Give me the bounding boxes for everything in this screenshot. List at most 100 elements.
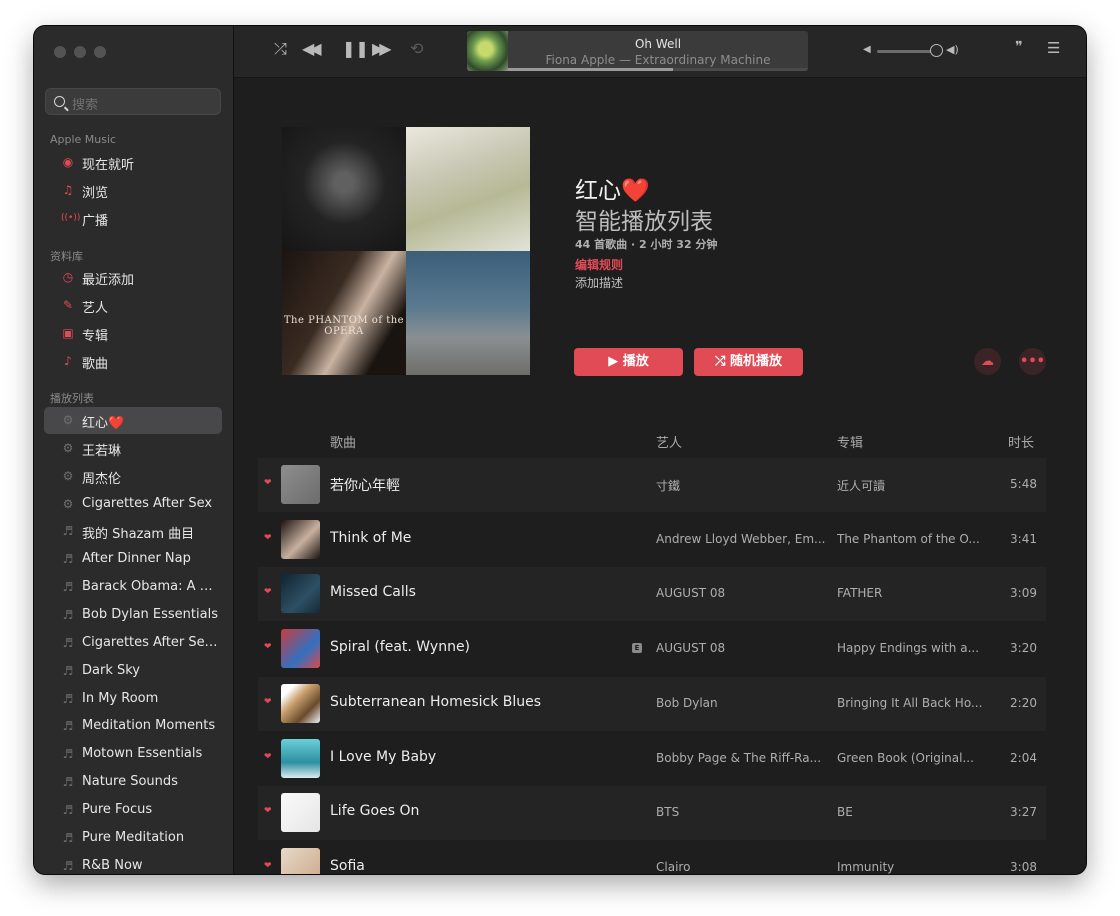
playlist-artwork-grid: The PHANTOM of the OPERA <box>282 127 530 375</box>
song-artist[interactable]: Bob Dylan <box>656 696 826 710</box>
loved-heart-icon[interactable]: ❤ <box>264 697 272 707</box>
loved-heart-icon[interactable]: ❤ <box>264 806 272 816</box>
table-row[interactable]: ❤ Spiral (feat. Wynne) E AUGUST 08 Happy End… <box>258 622 1046 676</box>
album-thumbnail <box>281 847 320 874</box>
sidebar-playlist-item[interactable]: ♬ Bob Dylan Essentials <box>44 602 222 629</box>
up-next-list-icon[interactable]: ☰ <box>1047 39 1060 57</box>
table-row[interactable]: ❤ Life Goes On BTS BE 3:27 <box>258 786 1046 841</box>
column-header-song[interactable]: 歌曲 <box>330 432 356 451</box>
sidebar-item-label: 最近添加 <box>82 273 135 288</box>
song-artist[interactable]: 寸鐵 <box>656 477 826 494</box>
column-header-duration[interactable]: 时长 <box>1008 432 1034 451</box>
loved-heart-icon[interactable]: ❤ <box>264 478 272 488</box>
sidebar-playlist-item[interactable]: ♬ Meditation Moments <box>44 713 222 740</box>
table-row[interactable]: ❤ Sofia Clairo Immunity 3:08 <box>258 841 1046 874</box>
lyrics-icon[interactable]: ❞ <box>1015 39 1023 55</box>
song-album[interactable]: The Phantom of the O... <box>837 532 987 546</box>
volume-slider-knob[interactable] <box>929 44 943 57</box>
zoom-window-button[interactable] <box>94 46 106 58</box>
sidebar-playlist-item[interactable]: ♬ Pure Meditation <box>44 825 222 852</box>
sidebar-playlist-item[interactable]: ⚙ 红心❤️ <box>44 407 222 434</box>
volume-slider[interactable] <box>877 50 937 53</box>
sidebar-item-label: R&B Now <box>82 857 143 873</box>
next-track-icon[interactable]: ▶▶ <box>372 39 391 58</box>
sidebar-playlist-item[interactable]: ⚙ Cigarettes After Sex <box>44 491 222 518</box>
sidebar-item-label: Dark Sky <box>82 662 140 678</box>
table-row[interactable]: ❤ 若你心年輕 寸鐵 近人可讀 5:48 <box>258 458 1046 512</box>
toolbar: ⤮ ◀◀ ❚❚ ▶▶ ⟲ Oh Well Fiona Apple — Extra… <box>234 26 1086 78</box>
column-header-album[interactable]: 专辑 <box>837 432 863 451</box>
play-button[interactable]: ▶ 播放 <box>574 348 683 376</box>
sidebar-playlist-item[interactable]: ♬ In My Room <box>44 686 222 713</box>
repeat-icon[interactable]: ⟲ <box>410 39 423 58</box>
sidebar-item-songs[interactable]: ♪ 歌曲 <box>44 348 222 375</box>
shuffle-button[interactable]: ⤮ 随机播放 <box>694 348 803 376</box>
add-description-link[interactable]: 添加描述 <box>575 274 623 291</box>
previous-track-icon[interactable]: ◀◀ <box>302 39 321 58</box>
sidebar-item-radio[interactable]: ((•)) 广播 <box>44 205 222 232</box>
song-album[interactable]: 近人可讀 <box>837 477 987 494</box>
song-duration: 3:27 <box>1010 805 1037 820</box>
now-playing-display[interactable]: Oh Well Fiona Apple — Extraordinary Mach… <box>467 31 808 71</box>
sidebar-item-browse[interactable]: ♫ 浏览 <box>44 177 222 204</box>
table-row[interactable]: ❤ I Love My Baby Bobby Page & The Riff-Ra.… <box>258 732 1046 786</box>
sidebar-playlist-item[interactable]: ♬ After Dinner Nap <box>44 546 222 573</box>
sidebar-item-albums[interactable]: ▣ 专辑 <box>44 320 222 347</box>
search-input[interactable]: 搜索 <box>45 88 221 115</box>
loved-heart-icon[interactable]: ❤ <box>264 642 272 652</box>
playback-progress-bar[interactable] <box>508 68 808 71</box>
song-duration: 3:20 <box>1010 641 1037 656</box>
song-artist[interactable]: Andrew Lloyd Webber, Em... <box>656 532 826 546</box>
sidebar-playlist-item[interactable]: ♬ Barack Obama: A Pr... <box>44 574 222 601</box>
sidebar-playlist-item[interactable]: ⚙ 周杰伦 <box>44 463 222 490</box>
minimize-window-button[interactable] <box>74 46 86 58</box>
sidebar-playlist-item[interactable]: ♬ Cigarettes After Sex... <box>44 630 222 657</box>
song-artist[interactable]: AUGUST 08 <box>656 641 826 655</box>
song-artist[interactable]: Clairo <box>656 860 826 874</box>
loved-heart-icon[interactable]: ❤ <box>264 587 272 597</box>
sidebar-item-recently-added[interactable]: ◷ 最近添加 <box>44 264 222 291</box>
sidebar-item-artists[interactable]: ✎ 艺人 <box>44 292 222 319</box>
artwork-cover-text: The PHANTOM of the OPERA <box>283 315 405 337</box>
sidebar-playlist-item[interactable]: ♬ 我的 Shazam 曲目 <box>44 518 222 545</box>
loved-heart-icon[interactable]: ❤ <box>264 752 272 762</box>
sidebar-playlist-item[interactable]: ♬ Pure Focus <box>44 797 222 824</box>
song-album[interactable]: Immunity <box>837 860 987 874</box>
song-album[interactable]: Happy Endings with a... <box>837 641 987 655</box>
sidebar-playlist-item[interactable]: ♬ Nature Sounds <box>44 769 222 796</box>
shuffle-button-label: 随机播放 <box>729 354 782 369</box>
sidebar-item-listen-now[interactable]: ◉ 现在就听 <box>44 149 222 176</box>
pause-icon[interactable]: ❚❚ <box>342 39 369 58</box>
song-album[interactable]: BE <box>837 805 987 819</box>
song-artist[interactable]: BTS <box>656 805 826 819</box>
download-cloud-icon[interactable]: ☁ <box>974 348 1001 375</box>
loved-heart-icon[interactable]: ❤ <box>264 861 272 871</box>
song-artist[interactable]: AUGUST 08 <box>656 586 826 600</box>
close-window-button[interactable] <box>54 46 66 58</box>
table-row[interactable]: ❤ Missed Calls AUGUST 08 FATHER 3:09 <box>258 567 1046 622</box>
sidebar-item-label: 红心❤️ <box>82 416 125 431</box>
song-artist[interactable]: Bobby Page & The Riff-Ra... <box>656 751 826 765</box>
table-row[interactable]: ❤ Think of Me Andrew Lloyd Webber, Em... Th… <box>258 513 1046 567</box>
song-album[interactable]: FATHER <box>837 586 987 600</box>
sidebar-playlist-item[interactable]: ♬ R&B Now <box>44 853 222 874</box>
sidebar-playlist-item[interactable]: ♬ Dark Sky <box>44 658 222 685</box>
song-duration: 2:20 <box>1010 695 1037 710</box>
sidebar-playlist-item[interactable]: ♬ Motown Essentials <box>44 741 222 768</box>
smart-playlist-icon: ⚙ <box>62 440 74 455</box>
song-album[interactable]: Bringing It All Back Ho... <box>837 696 987 710</box>
playlist-icon: ♬ <box>62 635 74 650</box>
table-row[interactable]: ❤ Subterranean Homesick Blues Bob Dylan Bri… <box>258 676 1046 731</box>
music-window: 搜索 Apple Music ◉ 现在就听 ♫ 浏览 ((•)) 广播 资料库 … <box>34 26 1086 874</box>
shuffle-icon[interactable]: ⤮ <box>274 39 287 59</box>
search-icon <box>54 96 65 107</box>
more-options-icon[interactable]: ••• <box>1019 348 1046 375</box>
artwork-blue-wall <box>406 251 530 375</box>
column-header-artist[interactable]: 艺人 <box>656 432 682 451</box>
loved-heart-icon[interactable]: ❤ <box>264 533 272 543</box>
song-duration: 3:08 <box>1010 859 1037 874</box>
sidebar-playlist-item[interactable]: ⚙ 王若琳 <box>44 435 222 462</box>
explicit-badge-icon: E <box>632 643 642 654</box>
edit-rules-link[interactable]: 编辑规则 <box>575 256 623 273</box>
song-album[interactable]: Green Book (Original... <box>837 751 987 765</box>
